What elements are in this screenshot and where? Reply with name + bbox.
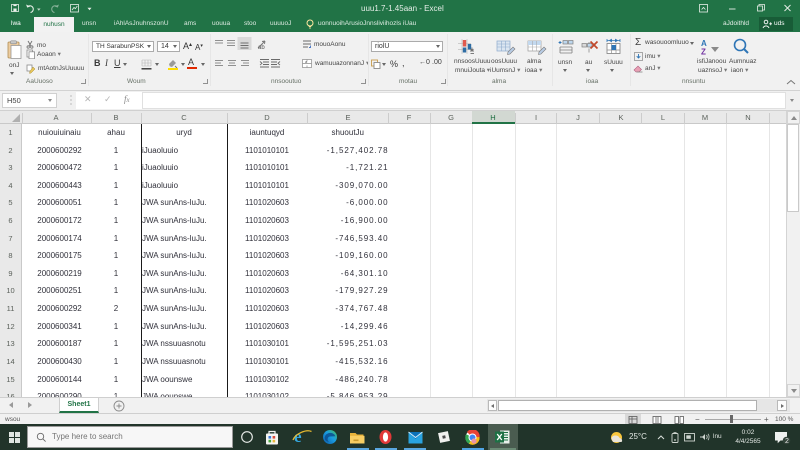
svg-text:ab: ab	[258, 45, 265, 50]
svg-text:2: 2	[785, 438, 789, 445]
svg-text:Z: Z	[701, 48, 706, 57]
